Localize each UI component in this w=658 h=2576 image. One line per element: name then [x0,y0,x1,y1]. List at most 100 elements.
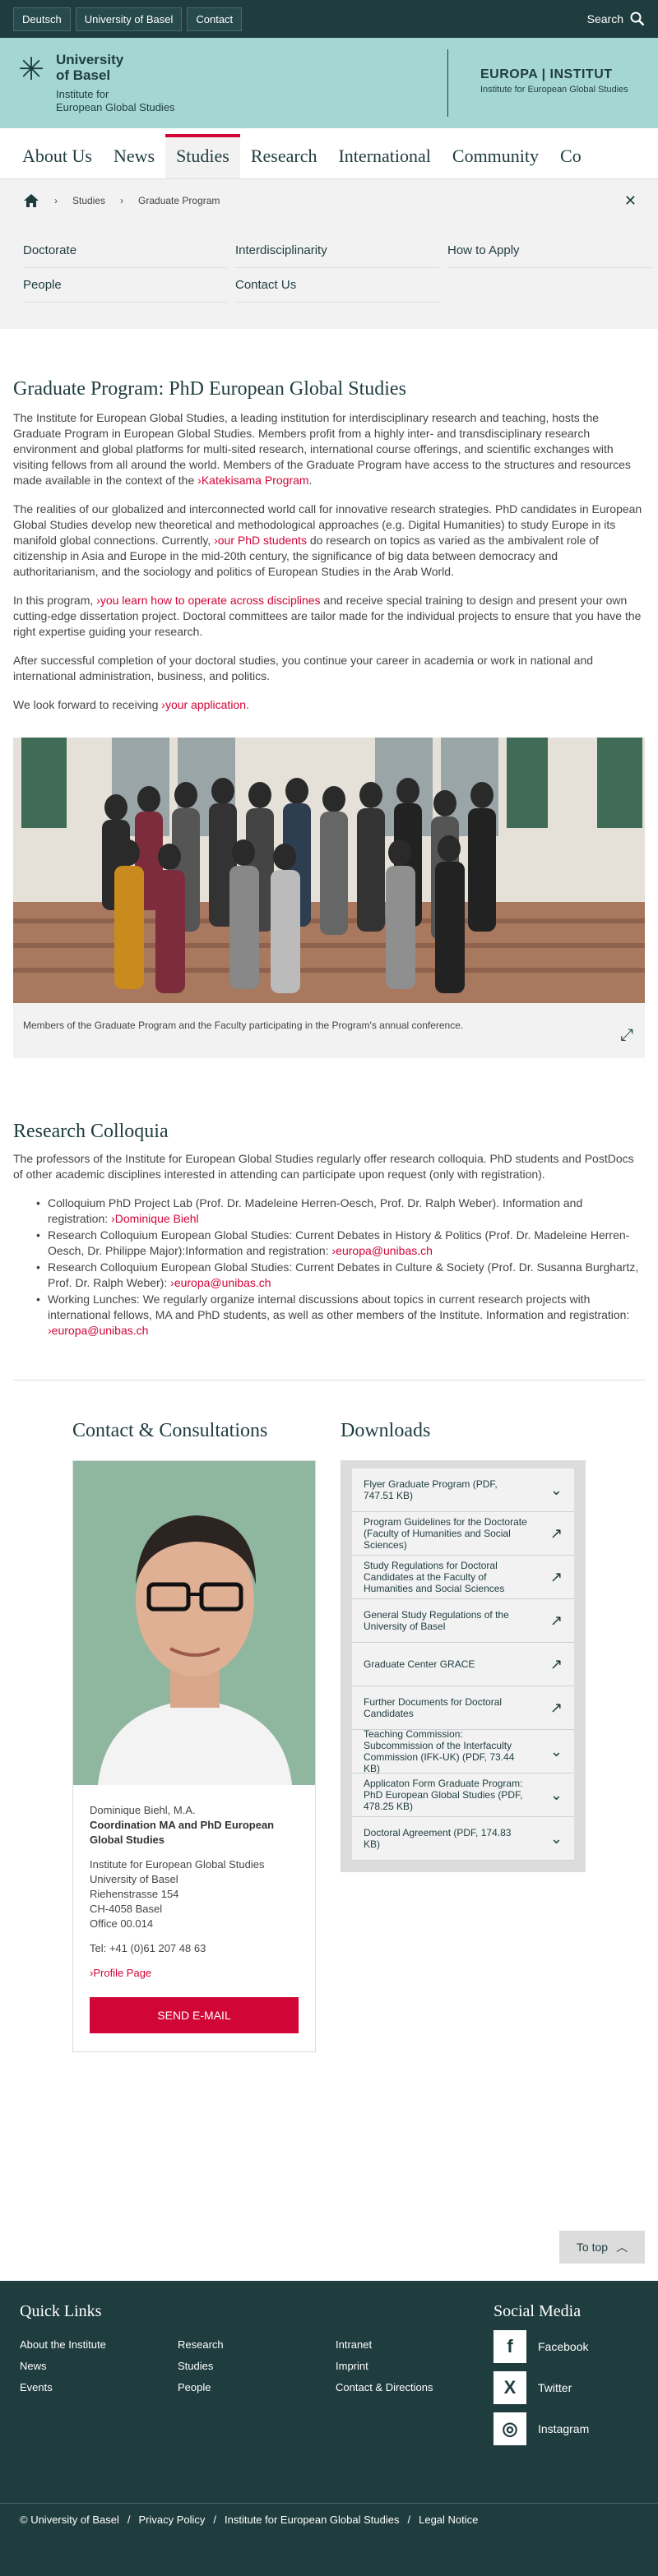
x-twitter-icon: X [494,2371,526,2404]
search-button[interactable]: Search [587,12,645,26]
send-email-button[interactable]: SEND E-MAIL [90,1997,299,2033]
download-item[interactable]: Applicaton Form Graduate Program: PhD Eu… [352,1774,574,1817]
nav-about-us[interactable]: About Us [12,146,103,178]
colloquia-intro: The professors of the Institute for Euro… [13,1152,634,1181]
group-photo[interactable] [13,738,645,1003]
subnav-contact-us[interactable]: Contact Us [235,268,439,303]
download-item[interactable]: Teaching Commission: Subcommission of th… [352,1728,574,1774]
university-link[interactable]: University of Basel [75,7,183,31]
external-link-icon: ↗ [549,1568,563,1585]
program-text-a: In this program, [13,594,97,607]
subnav-how-to-apply[interactable]: How to Apply [447,234,651,268]
institute-link[interactable]: Institute for European Global Studies [225,2514,399,2526]
download-label: General Study Regulations of the Univers… [364,1609,509,1632]
katekisama-link-label: Katekisama Program [201,474,309,487]
instagram-icon: ◎ [494,2412,526,2445]
brand-divider [447,49,448,117]
application-link[interactable]: ›your application [161,698,246,711]
nav-news[interactable]: News [103,146,165,178]
profile-page-link[interactable]: ›Profile Page [90,1966,299,1981]
colloquium-link[interactable]: ›europa@unibas.ch [332,1244,433,1257]
to-top-button[interactable]: To top ︿ [559,2231,645,2264]
breadcrumb-studies[interactable]: Studies [72,195,105,206]
katekisama-link[interactable]: ›Katekisama Program [197,474,308,487]
contact-tel[interactable]: Tel: +41 (0)61 207 48 63 [90,1941,299,1956]
home-icon[interactable] [23,193,39,208]
basel-staff-icon: ✳ [18,53,44,87]
external-link-icon: ↗ [549,1699,563,1716]
nav-international[interactable]: International [327,146,441,178]
download-label: Graduate Center GRACE [364,1658,475,1670]
footer-link[interactable]: Studies [178,2360,213,2372]
downloads-list: Flyer Graduate Program (PDF, 747.51 KB) ⌄… [341,1460,586,1872]
address-line: University of Basel [90,1873,178,1885]
download-item[interactable]: Graduate Center GRACE ↗ [352,1643,574,1686]
footer-link[interactable]: People [178,2381,211,2393]
download-icon: ⌄ [549,1829,563,1847]
expand-icon[interactable]: ⤢ [620,1026,633,1045]
colloquium-link[interactable]: ›europa@unibas.ch [48,1324,148,1337]
page-title: Graduate Program: PhD European Global St… [13,378,406,400]
colloquium-link-label: Dominique Biehl [114,1212,199,1225]
footer-link[interactable]: Events [20,2381,53,2393]
phd-students-link[interactable]: ›our PhD students [214,534,307,547]
disciplines-link[interactable]: ›you learn how to operate across discipl… [96,594,320,607]
colloquium-link[interactable]: ›europa@unibas.ch [170,1276,271,1289]
download-item[interactable]: General Study Regulations of the Univers… [352,1599,574,1643]
legal-notice-link[interactable]: Legal Notice [419,2514,478,2526]
collapse-icon[interactable]: ✕ [624,192,637,210]
list-item: Research Colloquium European Global Stud… [36,1260,645,1291]
intro-text: The Institute for European Global Studie… [13,411,631,487]
footer-link[interactable]: Research [178,2338,224,2351]
address-line: CH-4058 Basel [90,1903,163,1915]
research-paragraph: The realities of our globalized and inte… [13,502,645,580]
europa-institut-logo[interactable]: EUROPA | INSTITUT Institute for European… [480,67,628,95]
privacy-policy-link[interactable]: Privacy Policy [138,2514,205,2526]
download-icon: ⌄ [549,1481,563,1498]
address-line: Institute for European Global Studies [90,1858,265,1871]
sub-navigation: Doctorate Interdisciplinarity How to App… [0,222,658,329]
program-paragraph: In this program, ›you learn how to opera… [13,593,645,640]
download-label: Applicaton Form Graduate Program: PhD Eu… [364,1778,523,1812]
phd-students-link-label: our PhD students [217,534,307,547]
footer-link[interactable]: Contact & Directions [336,2381,433,2393]
download-item[interactable]: Flyer Graduate Program (PDF, 747.51 KB) ⌄ [352,1468,574,1512]
language-switch-button[interactable]: Deutsch [13,7,71,31]
footer-link[interactable]: Imprint [336,2360,368,2372]
top-bar: Deutsch University of Basel Contact Sear… [0,0,658,38]
copyright-link[interactable]: © University of Basel [20,2514,119,2526]
colloquium-link[interactable]: ›Dominique Biehl [111,1212,199,1225]
europa-title: EUROPA | INSTITUT [480,67,613,81]
instagram-link[interactable]: ◎ Instagram [494,2412,589,2445]
contact-column: Contact & Consultations Dominique Biehl,… [72,1420,316,2052]
university-logo[interactable]: ✳ University of Basel Institute for Euro… [13,52,174,114]
nav-contact-truncated[interactable]: Co [549,146,592,178]
subnav-interdisciplinarity[interactable]: Interdisciplinarity [235,234,439,268]
download-item[interactable]: Doctoral Agreement (PDF, 174.83 KB) ⌄ [352,1817,574,1861]
facebook-link[interactable]: f Facebook [494,2330,588,2363]
group-photo-illustration [13,738,645,1003]
contact-link[interactable]: Contact [187,7,243,31]
footer-link[interactable]: News [20,2360,47,2372]
europa-subtitle: Institute for European Global Studies [480,85,628,95]
nav-studies[interactable]: Studies [165,134,240,178]
download-item[interactable]: Study Regulations for Doctoral Candidate… [352,1556,574,1599]
twitter-link[interactable]: X Twitter [494,2371,572,2404]
chevron-right-icon: › [54,195,58,206]
nav-research[interactable]: Research [240,146,328,178]
contact-details: Dominique Biehl, M.A. Coordination MA an… [73,1785,315,2051]
footer: Quick Links About the Institute Research… [0,2281,658,2576]
download-item[interactable]: Program Guidelines for the Doctorate (Fa… [352,1512,574,1556]
breadcrumb: › Studies › Graduate Program ✕ [0,179,658,222]
facebook-label: Facebook [538,2340,589,2353]
footer-link[interactable]: About the Institute [20,2338,106,2351]
subnav-doctorate[interactable]: Doctorate [23,234,227,268]
portrait-illustration [73,1461,315,1785]
footer-link[interactable]: Intranet [336,2338,372,2351]
subnav-people[interactable]: People [23,268,227,303]
nav-community[interactable]: Community [442,146,549,178]
download-icon: ⌄ [549,1742,563,1760]
colloquium-link-label: europa@unibas.ch [51,1324,149,1337]
download-item[interactable]: Further Documents for Doctoral Candidate… [352,1686,574,1730]
contact-card: Dominique Biehl, M.A. Coordination MA an… [72,1460,316,2052]
